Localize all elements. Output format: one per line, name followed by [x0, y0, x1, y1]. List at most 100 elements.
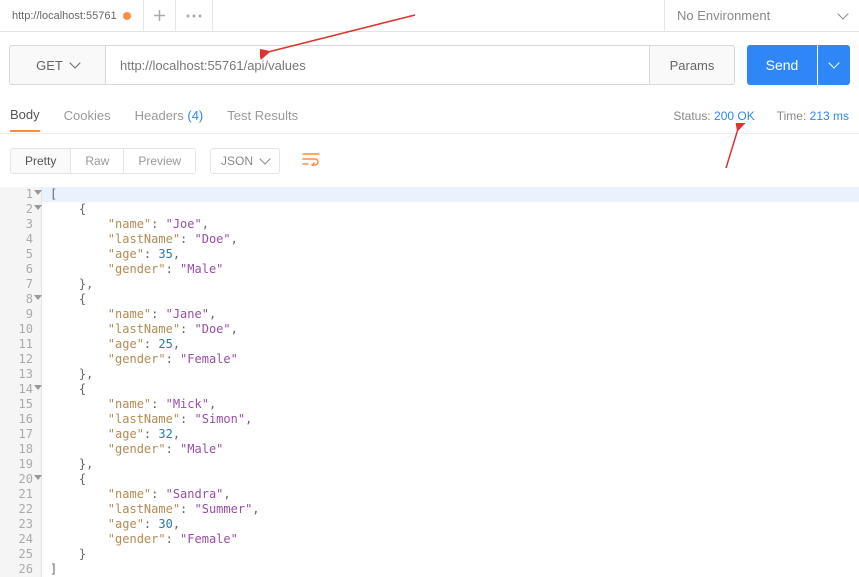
code-content: "name": "Jane", [42, 307, 216, 322]
code-content: "lastName": "Simon", [42, 412, 252, 427]
line-number: 23 [0, 517, 42, 532]
tab-body[interactable]: Body [10, 99, 40, 132]
environment-selector[interactable]: No Environment [664, 0, 859, 31]
code-line[interactable]: 24 "gender": "Female" [0, 532, 859, 547]
tab-test-results[interactable]: Test Results [227, 100, 298, 131]
code-line[interactable]: 22 "lastName": "Summer", [0, 502, 859, 517]
line-number: 7 [0, 277, 42, 292]
code-line[interactable]: 2 { [0, 202, 859, 217]
params-button[interactable]: Params [650, 45, 735, 85]
code-content: "gender": "Male" [42, 442, 223, 457]
code-line[interactable]: 25 } [0, 547, 859, 562]
tab-headers[interactable]: Headers (4) [135, 100, 204, 131]
line-number: 25 [0, 547, 42, 562]
line-number: 20 [0, 472, 42, 487]
code-line[interactable]: 4 "lastName": "Doe", [0, 232, 859, 247]
view-bar: Pretty Raw Preview JSON [0, 134, 859, 187]
code-content: "name": "Mick", [42, 397, 216, 412]
line-number: 16 [0, 412, 42, 427]
code-line[interactable]: 11 "age": 25, [0, 337, 859, 352]
code-content: "gender": "Female" [42, 532, 238, 547]
chevron-down-icon [828, 57, 839, 68]
new-tab-button[interactable] [144, 0, 176, 31]
line-number: 26 [0, 562, 42, 577]
line-number: 9 [0, 307, 42, 322]
code-content: "age": 30, [42, 517, 180, 532]
http-method-selector[interactable]: GET [9, 45, 105, 85]
response-tabs: Body Cookies Headers (4) Test Results St… [0, 98, 859, 134]
response-body-editor[interactable]: 1[2 {3 "name": "Joe",4 "lastName": "Doe"… [0, 187, 859, 577]
code-content: "name": "Joe", [42, 217, 209, 232]
code-line[interactable]: 21 "name": "Sandra", [0, 487, 859, 502]
method-label: GET [36, 58, 63, 73]
unsaved-indicator-icon [123, 12, 131, 20]
code-line[interactable]: 10 "lastName": "Doe", [0, 322, 859, 337]
fold-toggle-icon[interactable] [34, 190, 42, 195]
code-content: "name": "Sandra", [42, 487, 231, 502]
code-line[interactable]: 12 "gender": "Female" [0, 352, 859, 367]
code-content: }, [42, 367, 93, 382]
code-line[interactable]: 26] [0, 562, 859, 577]
view-pretty[interactable]: Pretty [11, 149, 71, 173]
view-mode-segment: Pretty Raw Preview [10, 148, 196, 174]
code-line[interactable]: 5 "age": 35, [0, 247, 859, 262]
wrap-lines-button[interactable] [294, 146, 328, 175]
code-content: "gender": "Female" [42, 352, 238, 367]
format-selector[interactable]: JSON [210, 148, 280, 174]
view-raw[interactable]: Raw [71, 149, 124, 173]
code-line[interactable]: 17 "age": 32, [0, 427, 859, 442]
line-number: 12 [0, 352, 42, 367]
url-input[interactable] [105, 45, 650, 85]
code-line[interactable]: 1[ [0, 187, 859, 202]
code-content: [ [42, 187, 57, 202]
plus-icon [154, 10, 165, 21]
time: Time: 213 ms [777, 109, 849, 123]
tab-cookies[interactable]: Cookies [64, 100, 111, 131]
line-number: 17 [0, 427, 42, 442]
line-number: 15 [0, 397, 42, 412]
code-content: }, [42, 457, 93, 472]
view-preview[interactable]: Preview [124, 149, 195, 173]
line-number: 5 [0, 247, 42, 262]
line-number: 18 [0, 442, 42, 457]
code-line[interactable]: 3 "name": "Joe", [0, 217, 859, 232]
code-content: "lastName": "Summer", [42, 502, 260, 517]
code-line[interactable]: 9 "name": "Jane", [0, 307, 859, 322]
status: Status: 200 OK [673, 109, 754, 123]
code-content: "lastName": "Doe", [42, 322, 238, 337]
code-content: "age": 32, [42, 427, 180, 442]
status-value: 200 OK [714, 109, 755, 123]
send-button[interactable]: Send [747, 45, 817, 85]
code-line[interactable]: 16 "lastName": "Simon", [0, 412, 859, 427]
code-content: { [42, 472, 86, 487]
fold-toggle-icon[interactable] [34, 295, 42, 300]
chevron-down-icon [837, 8, 848, 19]
fold-toggle-icon[interactable] [34, 205, 42, 210]
code-line[interactable]: 18 "gender": "Male" [0, 442, 859, 457]
send-options-button[interactable] [818, 45, 850, 85]
wrap-icon [302, 152, 320, 166]
code-line[interactable]: 15 "name": "Mick", [0, 397, 859, 412]
code-line[interactable]: 20 { [0, 472, 859, 487]
line-number: 8 [0, 292, 42, 307]
chevron-down-icon [69, 57, 80, 68]
time-value: 213 ms [810, 109, 849, 123]
code-line[interactable]: 7 }, [0, 277, 859, 292]
tab-options-button[interactable] [176, 0, 213, 31]
code-line[interactable]: 14 { [0, 382, 859, 397]
request-tab[interactable]: http://localhost:55761 [0, 0, 144, 31]
dots-icon [186, 14, 202, 18]
tab-title: http://localhost:55761 [12, 10, 117, 22]
fold-toggle-icon[interactable] [34, 475, 42, 480]
line-number: 19 [0, 457, 42, 472]
headers-count: (4) [187, 108, 203, 123]
fold-toggle-icon[interactable] [34, 385, 42, 390]
code-line[interactable]: 8 { [0, 292, 859, 307]
line-number: 3 [0, 217, 42, 232]
code-line[interactable]: 23 "age": 30, [0, 517, 859, 532]
code-line[interactable]: 13 }, [0, 367, 859, 382]
line-number: 1 [0, 187, 42, 202]
code-line[interactable]: 19 }, [0, 457, 859, 472]
tab-bar: http://localhost:55761 No Environment [0, 0, 859, 32]
code-line[interactable]: 6 "gender": "Male" [0, 262, 859, 277]
